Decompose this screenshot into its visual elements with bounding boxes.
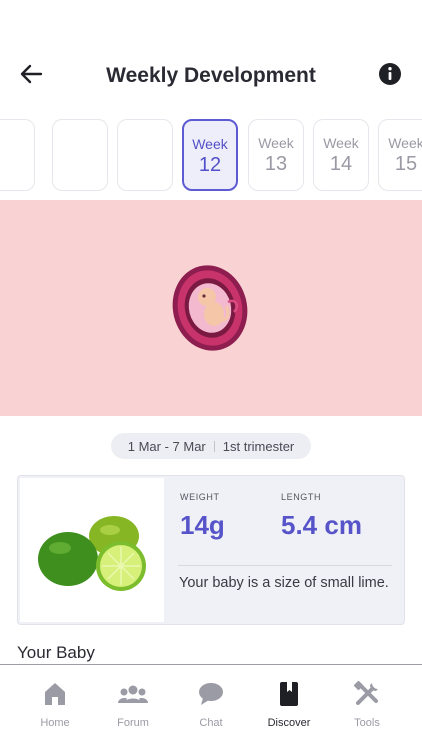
fruit-image-panel bbox=[20, 478, 164, 622]
week-label: Week bbox=[258, 135, 294, 151]
info-button[interactable] bbox=[378, 62, 402, 86]
nav-label: Forum bbox=[117, 717, 149, 729]
nav-label: Tools bbox=[354, 717, 380, 729]
weight-stat: WEIGHT 14g bbox=[180, 492, 225, 541]
weight-value: 14g bbox=[180, 510, 225, 540]
bottom-navigation: Home Forum Chat Discover Tools bbox=[0, 664, 422, 750]
book-icon bbox=[280, 682, 298, 706]
weight-label: WEIGHT bbox=[180, 492, 220, 502]
nav-label: Home bbox=[40, 717, 70, 729]
trimester-label: 1st trimester bbox=[222, 438, 295, 454]
size-comparison-card: WEIGHT 14g LENGTH 5.4 cm Your baby is a … bbox=[17, 475, 405, 625]
divider bbox=[178, 565, 392, 566]
week-number: 15 bbox=[394, 153, 418, 175]
date-range: 1 Mar - 7 Mar bbox=[127, 438, 206, 454]
header: Weekly Development bbox=[0, 52, 422, 98]
size-comparison-text: Your baby is a size of small lime. bbox=[179, 575, 389, 591]
tools-icon bbox=[354, 681, 378, 705]
nav-item-discover[interactable]: Discover bbox=[250, 681, 328, 729]
page-title: Weekly Development bbox=[106, 64, 316, 87]
week-card[interactable]: Week 15 bbox=[378, 119, 422, 191]
nav-item-home[interactable]: Home bbox=[16, 681, 94, 729]
section-title: Your Baby bbox=[17, 643, 95, 662]
info-icon bbox=[379, 63, 401, 85]
embryo-illustration bbox=[172, 265, 248, 351]
week-card[interactable]: Week 14 bbox=[313, 119, 369, 191]
week-selector[interactable]: Week 12 Week 13 Week 14 Week 15 bbox=[0, 118, 422, 193]
week-number: 13 bbox=[264, 153, 288, 175]
hero-banner bbox=[0, 200, 422, 416]
nav-item-chat[interactable]: Chat bbox=[172, 681, 250, 729]
length-label: LENGTH bbox=[281, 492, 322, 502]
week-label: Week bbox=[323, 135, 359, 151]
length-stat: LENGTH 5.4 cm bbox=[281, 492, 362, 541]
nav-item-tools[interactable]: Tools bbox=[328, 681, 406, 729]
nav-item-forum[interactable]: Forum bbox=[94, 681, 172, 729]
date-range-pill: 1 Mar - 7 Mar 1st trimester bbox=[111, 433, 311, 459]
people-icon bbox=[118, 685, 148, 703]
chat-bubble-icon bbox=[199, 683, 223, 705]
nav-label: Chat bbox=[199, 717, 223, 729]
week-label: Week bbox=[388, 135, 422, 151]
week-card[interactable]: Week 13 bbox=[248, 119, 304, 191]
week-card-selected[interactable]: Week 12 bbox=[182, 119, 238, 191]
week-card[interactable] bbox=[52, 119, 108, 191]
week-card[interactable] bbox=[0, 119, 35, 191]
week-card[interactable] bbox=[117, 119, 173, 191]
week-number: 12 bbox=[198, 154, 222, 176]
week-number: 14 bbox=[329, 153, 353, 175]
week-label: Week bbox=[192, 136, 228, 152]
nav-label: Discover bbox=[267, 717, 311, 729]
lime-fruit-image bbox=[38, 516, 146, 591]
home-icon bbox=[45, 683, 65, 705]
divider bbox=[213, 440, 215, 452]
length-value: 5.4 cm bbox=[281, 510, 362, 540]
